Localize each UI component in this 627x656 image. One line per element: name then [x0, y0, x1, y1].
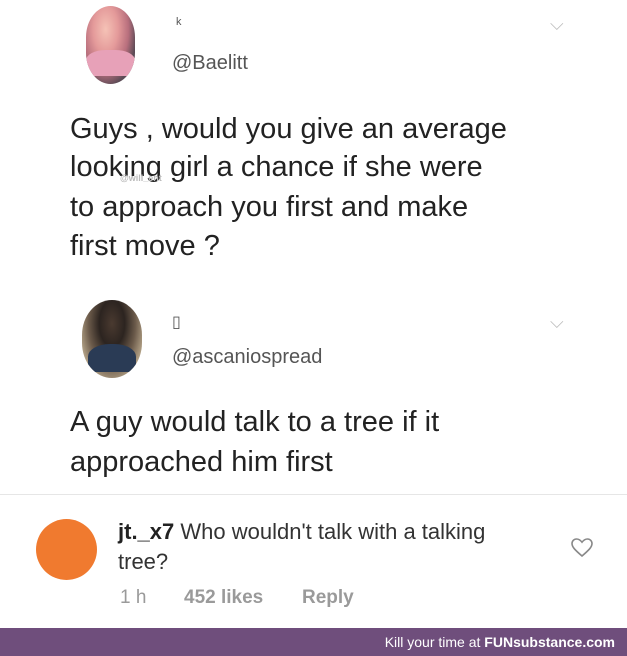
avatar-baelitt[interactable]: [86, 6, 135, 84]
post2-handle[interactable]: @ascaniospread: [172, 346, 322, 369]
comment-text: Who wouldn't talk with a talking: [180, 519, 486, 544]
post1-text-line: Guys , would you give an average: [70, 113, 507, 145]
footer-brand[interactable]: FUNsubstance.com: [484, 634, 615, 650]
footer-prefix: Kill your time at: [384, 634, 481, 650]
comment-time: 1 h: [120, 587, 147, 608]
post2-text-line: approached him first: [70, 446, 333, 478]
commenter-avatar[interactable]: [36, 519, 97, 580]
reply-button[interactable]: Reply: [302, 587, 354, 609]
avatar-ascaniospread[interactable]: [82, 300, 142, 378]
chevron-down-icon[interactable]: ⌵: [550, 14, 564, 35]
comment-first-line: jt._x7 Who wouldn't talk with a talking: [118, 519, 485, 545]
avatar-shirt: [88, 344, 136, 372]
footer-text: Kill your time at FUNsubstance.com: [385, 634, 615, 650]
divider: [0, 494, 627, 495]
post2-text-line: A guy would talk to a tree if it: [70, 406, 440, 438]
comment-username[interactable]: jt._x7: [118, 519, 174, 544]
watermark: @will_ent: [120, 173, 162, 183]
heart-icon[interactable]: [570, 536, 594, 560]
footer-bar: Kill your time at FUNsubstance.com: [0, 628, 627, 656]
post1-text-line: first move ?: [70, 230, 220, 262]
display-name-glyph: ▯: [172, 314, 181, 331]
comment-text-continued: tree?: [118, 549, 169, 574]
comment-likes[interactable]: 452 likes: [184, 587, 263, 609]
post1-handle[interactable]: @Baelitt: [172, 52, 248, 75]
display-name-glyph: ᵏ: [176, 16, 182, 33]
chevron-down-icon[interactable]: ⌵: [550, 312, 564, 333]
post1-text-line: to approach you first and make: [70, 191, 469, 223]
avatar-shirt: [86, 50, 135, 76]
